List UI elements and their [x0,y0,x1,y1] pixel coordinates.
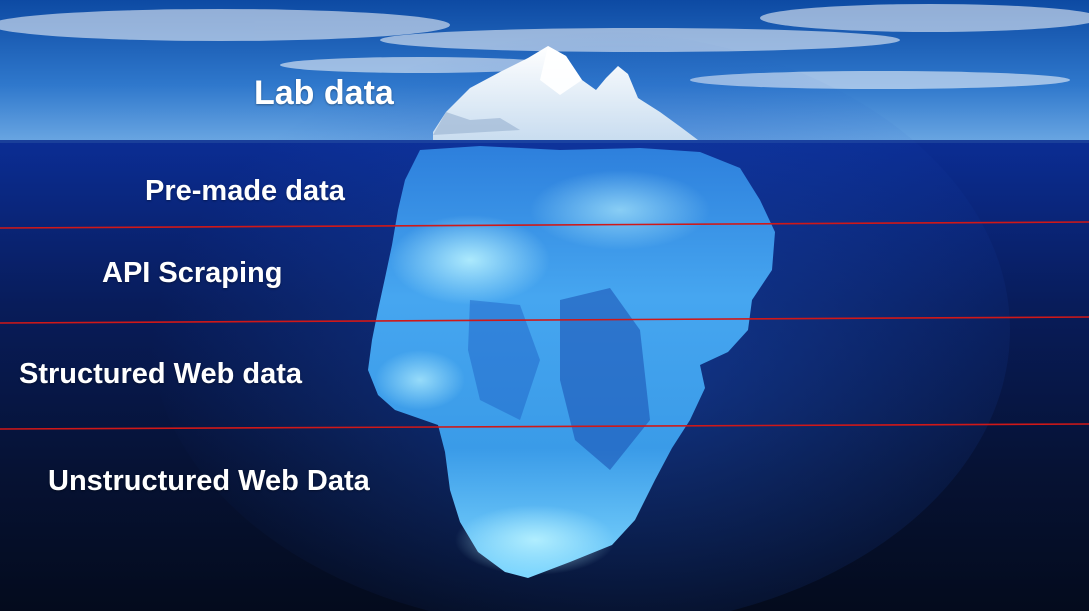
iceberg-diagram: Lab data Pre-made data API Scraping Stru… [0,0,1089,611]
layer-label-structured-web-data: Structured Web data [19,358,303,390]
iceberg-illustration [0,0,1089,611]
layer-label-api-scraping: API Scraping [102,257,283,289]
layer-label-lab-data: Lab data [254,74,394,112]
layer-label-unstructured-web-data: Unstructured Web Data [48,465,370,497]
layer-label-pre-made-data: Pre-made data [145,175,345,207]
